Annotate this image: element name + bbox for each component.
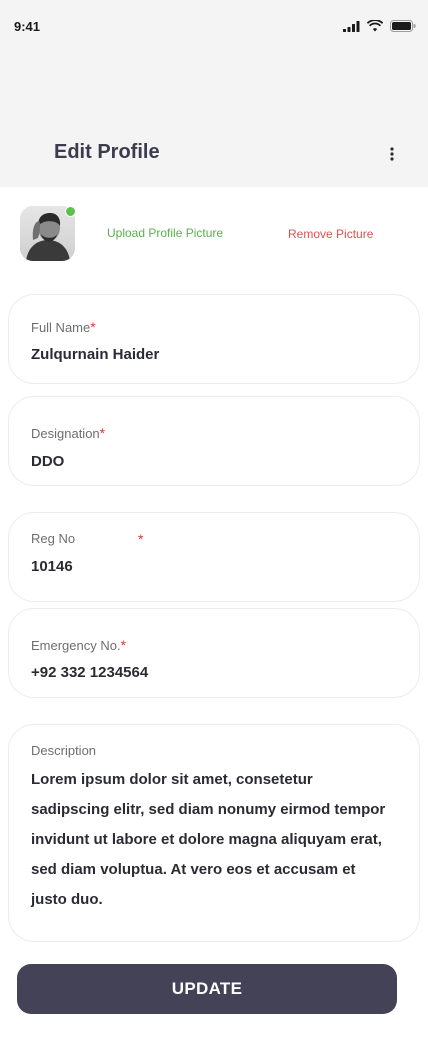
- wifi-icon: [367, 20, 383, 32]
- emergency-no-label-text: Emergency No.: [31, 638, 121, 653]
- reg-no-field[interactable]: Reg No * 10146: [8, 512, 420, 602]
- full-name-label: Full Name*: [31, 319, 96, 335]
- battery-icon: [390, 20, 416, 32]
- reg-no-value: 10146: [31, 558, 73, 575]
- required-asterisk: *: [120, 637, 127, 653]
- required-asterisk: *: [99, 425, 106, 441]
- designation-label-text: Designation: [31, 426, 100, 441]
- upload-profile-picture-link[interactable]: Upload Profile Picture: [107, 226, 223, 240]
- status-bar: 9:41: [0, 0, 428, 54]
- description-field[interactable]: Description Lorem ipsum dolor sit amet, …: [8, 724, 420, 942]
- more-options-button[interactable]: [382, 142, 402, 166]
- description-label: Description: [31, 743, 97, 758]
- emergency-no-value: +92 332 1234564: [31, 664, 149, 681]
- status-time: 9:41: [14, 19, 41, 34]
- signal-icon: [343, 20, 360, 32]
- status-icons: [343, 18, 416, 34]
- full-name-value: Zulqurnain Haider: [31, 346, 160, 363]
- reg-no-label: Reg No *: [31, 531, 143, 547]
- designation-field[interactable]: Designation* DDO: [8, 396, 420, 486]
- full-name-field[interactable]: Full Name* Zulqurnain Haider: [8, 294, 420, 384]
- remove-picture-link[interactable]: Remove Picture: [288, 227, 373, 241]
- update-button[interactable]: UPDATE: [17, 964, 397, 1014]
- profile-avatar[interactable]: [20, 206, 76, 261]
- required-asterisk: *: [90, 319, 96, 335]
- more-vertical-icon: [390, 147, 394, 161]
- page-title: Edit Profile: [54, 141, 160, 163]
- designation-label: Designation*: [31, 425, 105, 441]
- online-status-dot: [65, 206, 76, 217]
- full-name-label-text: Full Name: [31, 320, 91, 335]
- emergency-no-field[interactable]: Emergency No.* +92 332 1234564: [8, 608, 420, 698]
- designation-value: DDO: [31, 453, 65, 470]
- header: 9:41 Edit Profile: [0, 0, 428, 187]
- reg-no-label-text: Reg No: [31, 531, 76, 546]
- required-asterisk: *: [138, 531, 144, 547]
- emergency-no-label: Emergency No.*: [31, 637, 126, 653]
- description-value: Lorem ipsum dolor sit amet, consetetur s…: [31, 771, 386, 908]
